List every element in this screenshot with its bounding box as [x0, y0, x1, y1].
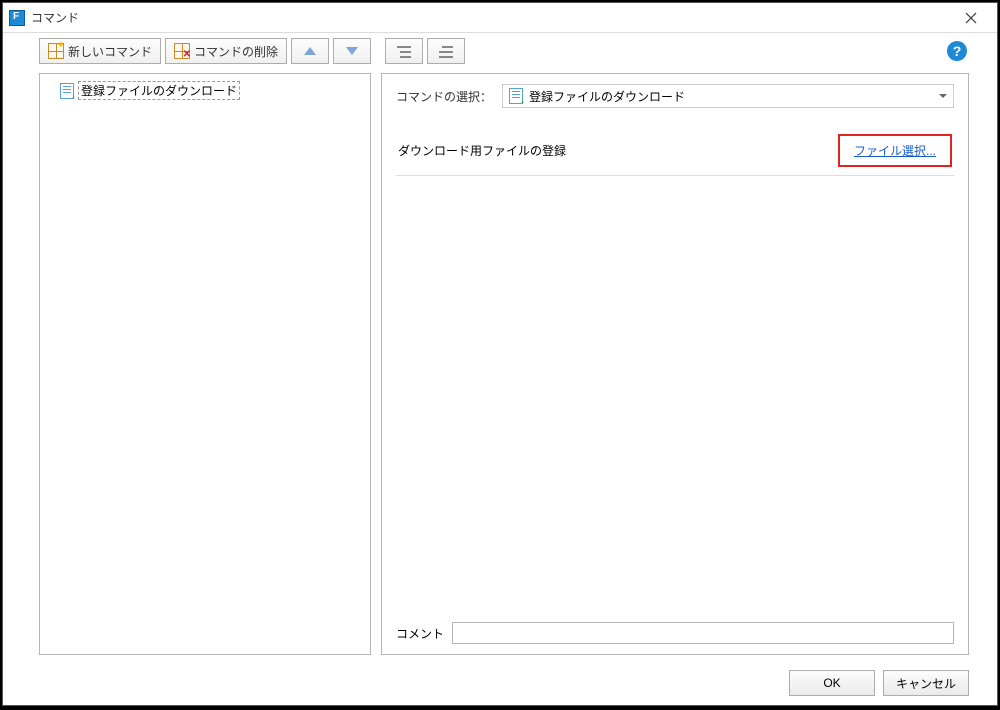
spacer: [396, 176, 954, 614]
download-file-label: ダウンロード用ファイルの登録: [398, 142, 838, 159]
help-button[interactable]: ?: [947, 41, 967, 61]
indent-button[interactable]: [385, 38, 423, 64]
titlebar: コマンド: [3, 3, 997, 33]
delete-command-icon: [174, 43, 190, 59]
command-dialog: コマンド 新しいコマンド コマンドの削除 ?: [2, 2, 998, 706]
command-select[interactable]: 登録ファイルのダウンロード: [502, 84, 954, 108]
cancel-button[interactable]: キャンセル: [883, 670, 969, 696]
footer: OK キャンセル: [3, 661, 997, 705]
new-command-label: 新しいコマンド: [68, 43, 152, 60]
body: 登録ファイルのダウンロード コマンドの選択： 登録ファイルのダウンロード ダウン…: [3, 69, 997, 661]
arrow-up-icon: [304, 47, 316, 55]
new-command-icon: [48, 43, 64, 59]
help-icon: ?: [953, 43, 962, 59]
download-file-section: ダウンロード用ファイルの登録 ファイル選択...: [396, 128, 954, 176]
command-select-value: 登録ファイルのダウンロード: [529, 88, 685, 105]
arrow-down-icon: [346, 47, 358, 55]
file-select-link[interactable]: ファイル選択...: [854, 144, 936, 158]
comment-row: コメント: [396, 622, 954, 644]
outdent-button[interactable]: [427, 38, 465, 64]
document-download-icon: [60, 83, 74, 99]
delete-command-label: コマンドの削除: [194, 43, 278, 60]
move-down-button[interactable]: [333, 38, 371, 64]
delete-command-button[interactable]: コマンドの削除: [165, 38, 287, 64]
move-up-button[interactable]: [291, 38, 329, 64]
indent-icon: [397, 46, 411, 58]
close-icon: [965, 12, 977, 24]
command-details: コマンドの選択： 登録ファイルのダウンロード ダウンロード用ファイルの登録 ファ…: [381, 73, 969, 655]
comment-input[interactable]: [452, 622, 954, 644]
command-tree[interactable]: 登録ファイルのダウンロード: [39, 73, 371, 655]
document-download-icon: [509, 88, 523, 104]
ok-button[interactable]: OK: [789, 670, 875, 696]
app-icon: [9, 10, 25, 26]
command-select-row: コマンドの選択： 登録ファイルのダウンロード: [396, 84, 954, 108]
comment-label: コメント: [396, 625, 444, 642]
chevron-down-icon: [939, 94, 947, 98]
new-command-button[interactable]: 新しいコマンド: [39, 38, 161, 64]
close-button[interactable]: [949, 4, 993, 32]
tree-item[interactable]: 登録ファイルのダウンロード: [58, 80, 364, 101]
tree-item-label: 登録ファイルのダウンロード: [78, 81, 240, 100]
dialog-title: コマンド: [31, 9, 949, 26]
command-select-label: コマンドの選択：: [396, 88, 492, 105]
outdent-icon: [439, 46, 453, 58]
file-select-highlight: ファイル選択...: [838, 134, 952, 167]
toolbar: 新しいコマンド コマンドの削除 ?: [3, 33, 997, 69]
